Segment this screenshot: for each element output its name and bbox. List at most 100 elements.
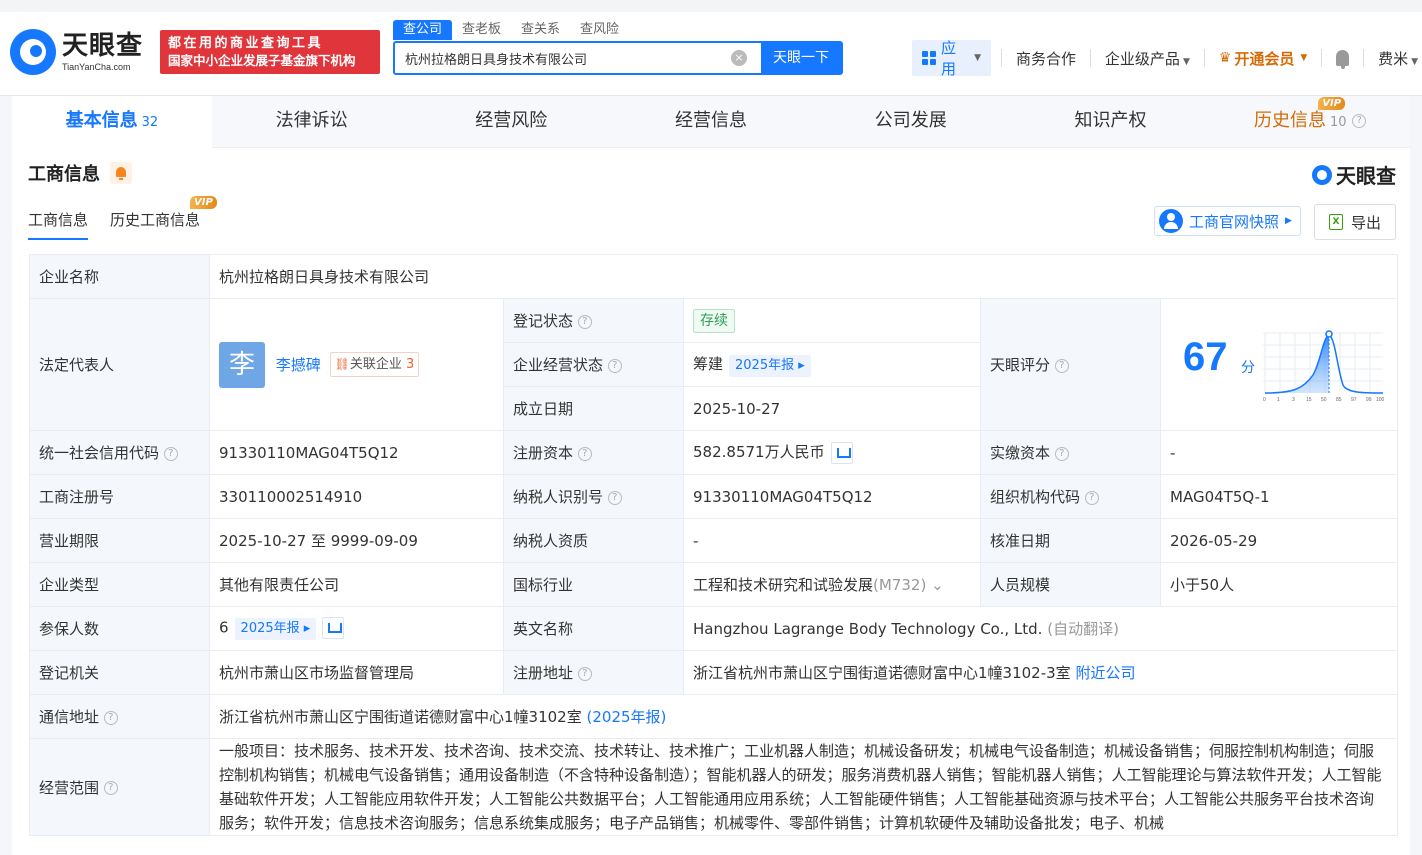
annual-report-tag[interactable]: 2025年报 ▸ xyxy=(729,354,811,377)
section-title: 工商信息 xyxy=(28,160,132,186)
table-row: 企业类型 其他有限责任公司 国标行业 工程和技术研究和试验发展(M732) ⌄ … xyxy=(29,562,1399,607)
crown-icon: ♛ xyxy=(1218,50,1232,66)
top-header: 天眼查 TianYanCha.com 都在用的商业查询工具 国家中小企业发展子基… xyxy=(0,0,1422,96)
table-row: 经营范围 ? 一般项目：技术服务、技术开发、技术咨询、技术交流、技术转让、技术推… xyxy=(29,738,1399,836)
table-row: 参保人数 6 2025年报 ▸ 英文名称 Hangzhou Lagrange Bo… xyxy=(29,606,1399,651)
table-row: 统一社会信用代码 ? 91330110MAG04T5Q12 注册资本 ? 582… xyxy=(29,430,1399,475)
eye-logo-icon xyxy=(10,29,56,75)
logo-text: 天眼查 xyxy=(62,31,144,61)
tab-history[interactable]: 历史信息 10 ? VIP xyxy=(1210,96,1410,148)
tab-operation[interactable]: 经营信息 xyxy=(611,96,811,148)
svg-text:100: 100 xyxy=(1376,397,1385,403)
slogan-banner: 都在用的商业查询工具 国家中小企业发展子基金旗下机构 xyxy=(160,30,380,74)
help-icon[interactable]: ? xyxy=(1084,490,1099,505)
help-icon[interactable]: ? xyxy=(577,666,592,681)
help-icon[interactable]: ? xyxy=(577,314,592,329)
table-row: 登记机关 杭州市萧山区市场监督管理局 注册地址 ? 浙江省杭州市萧山区宁围街道诺… xyxy=(29,650,1399,695)
nav-user[interactable]: 费米 ▼ xyxy=(1374,48,1422,69)
official-snapshot-button[interactable]: 工商官网快照 ▶ xyxy=(1154,206,1301,236)
svg-text:1: 1 xyxy=(1277,397,1280,403)
main-tabs: 基本信息 32 法律诉讼 经营风险 经营信息 公司发展 知识产权 历史信息 10 ?… xyxy=(12,96,1410,148)
tab-ip[interactable]: 知识产权 xyxy=(1011,96,1211,148)
search-button[interactable]: 天眼一下 xyxy=(761,43,841,73)
apps-menu-button[interactable]: 应用 ▼ xyxy=(912,39,992,78)
bell-icon[interactable] xyxy=(1336,50,1350,69)
vip-badge: VIP xyxy=(190,196,217,209)
svg-text:99: 99 xyxy=(1366,397,1372,403)
search-tab-boss[interactable]: 查老板 xyxy=(452,20,511,40)
excel-icon: X xyxy=(1328,214,1343,230)
tab-legal[interactable]: 法律诉讼 xyxy=(212,96,412,148)
logo-domain: TianYanCha.com xyxy=(62,62,131,72)
brand-watermark: 天眼查 xyxy=(1312,160,1396,189)
company-name: 杭州拉格朗日具身技术有限公司 xyxy=(208,254,1399,299)
industry-dropdown[interactable]: 工程和技术研究和试验发展(M732) ⌄ xyxy=(683,562,981,607)
vip-badge: VIP xyxy=(1318,97,1346,110)
svg-text:15: 15 xyxy=(1306,397,1312,403)
svg-text:0: 0 xyxy=(1263,397,1266,403)
status-badge: 存续 xyxy=(693,308,735,333)
help-icon[interactable]: ? xyxy=(163,446,178,461)
table-row: 工商注册号 330110002514910 纳税人识别号 ? 91330110M… xyxy=(29,474,1399,519)
search-type-tabs: 查公司 查老板 查关系 查风险 xyxy=(393,20,629,40)
nearby-companies-link[interactable]: 附近公司 xyxy=(1075,664,1135,682)
svg-text:97: 97 xyxy=(1351,397,1357,403)
chart-icon[interactable] xyxy=(322,616,345,639)
mail-report-link[interactable]: (2025年报) xyxy=(587,708,667,726)
tab-risk[interactable]: 经营风险 xyxy=(411,96,611,148)
top-nav: 应用 ▼ 商务合作 企业级产品 ▼ ♛ 开通会员 ▼ 费米 ▼ xyxy=(912,39,1422,78)
help-icon[interactable]: ? xyxy=(1054,446,1069,461)
eye-logo-icon xyxy=(1312,164,1332,185)
help-icon[interactable]: ? xyxy=(1352,114,1367,128)
export-button[interactable]: X 导出 xyxy=(1314,204,1396,240)
help-icon[interactable]: ? xyxy=(607,490,622,505)
caret-down-icon: ▼ xyxy=(1182,56,1190,67)
subtab-business-info[interactable]: 工商信息 xyxy=(28,208,89,240)
help-icon[interactable]: ? xyxy=(103,781,118,795)
help-icon[interactable]: ? xyxy=(577,446,592,461)
tab-basic-info[interactable]: 基本信息 32 xyxy=(12,96,212,148)
svg-text:3: 3 xyxy=(1292,397,1295,403)
svg-text:85: 85 xyxy=(1336,397,1342,403)
caret-down-icon: ▼ xyxy=(974,53,982,63)
search-input[interactable] xyxy=(395,43,731,73)
main-content: 基本信息 32 法律诉讼 经营风险 经营信息 公司发展 知识产权 历史信息 10 ?… xyxy=(12,96,1410,855)
search-box: × 天眼一下 xyxy=(393,41,843,75)
nav-products[interactable]: 企业级产品 ▼ xyxy=(1101,48,1194,69)
logo[interactable]: 天眼查 TianYanCha.com xyxy=(10,28,152,76)
business-info-table: 企业名称 杭州拉格朗日具身技术有限公司 法定代表人 李 李撼碑 ⛓关联企业 3 … xyxy=(29,254,1399,836)
search-tab-company[interactable]: 查公司 xyxy=(393,20,453,40)
help-icon[interactable]: ? xyxy=(607,358,622,373)
svg-text:50: 50 xyxy=(1321,397,1327,403)
nav-business[interactable]: 商务合作 xyxy=(1012,48,1080,69)
tab-development[interactable]: 公司发展 xyxy=(811,96,1011,148)
nav-vip[interactable]: ♛ 开通会员 ▼ xyxy=(1215,48,1312,69)
legal-rep-cell: 李 李撼碑 ⛓关联企业 3 xyxy=(209,298,504,431)
legal-rep-link[interactable]: 李撼碑 xyxy=(276,356,321,374)
chevron-right-icon: ▶ xyxy=(1285,216,1292,226)
clear-icon[interactable]: × xyxy=(731,50,747,66)
table-row: 企业名称 杭州拉格朗日具身技术有限公司 xyxy=(29,254,1399,299)
score-cell[interactable]: 67 分 0 1 3 15 50 85 97 99 100 xyxy=(1159,298,1399,431)
sub-tabs: 工商信息 历史工商信息 VIP xyxy=(28,196,217,240)
grid-icon xyxy=(922,51,936,65)
help-icon[interactable]: ? xyxy=(103,710,118,725)
table-row: 营业期限 2025-10-27 至 9999-09-09 纳税人资质 - 核准日… xyxy=(29,518,1399,563)
subscribe-bell-icon[interactable] xyxy=(110,162,132,184)
score-value: 67 xyxy=(1183,335,1228,379)
link-icon: ⛓ xyxy=(334,357,350,371)
related-companies-tag[interactable]: ⛓关联企业 3 xyxy=(329,352,420,377)
annual-report-tag[interactable]: 2025年报 ▸ xyxy=(234,618,317,641)
user-icon xyxy=(1159,209,1183,233)
chart-icon[interactable] xyxy=(830,441,853,464)
caret-down-icon: ▼ xyxy=(1300,53,1308,63)
avatar[interactable]: 李 xyxy=(219,341,265,388)
top-strip xyxy=(0,0,1422,12)
table-row: 通信地址 ? 浙江省杭州市萧山区宁围街道诺德财富中心1幢3102室 (2025年… xyxy=(29,694,1399,739)
search-tab-risk[interactable]: 查风险 xyxy=(570,20,629,40)
chevron-down-icon: ⌄ xyxy=(931,576,944,594)
help-icon[interactable]: ? xyxy=(1054,358,1069,373)
table-row: 法定代表人 李 李撼碑 ⛓关联企业 3 登记状态 ? 存续 天眼评分 ? 67 … xyxy=(29,298,1399,431)
subtab-history-business-info[interactable]: 历史工商信息 VIP xyxy=(110,196,217,240)
search-tab-relation[interactable]: 查关系 xyxy=(511,20,570,40)
